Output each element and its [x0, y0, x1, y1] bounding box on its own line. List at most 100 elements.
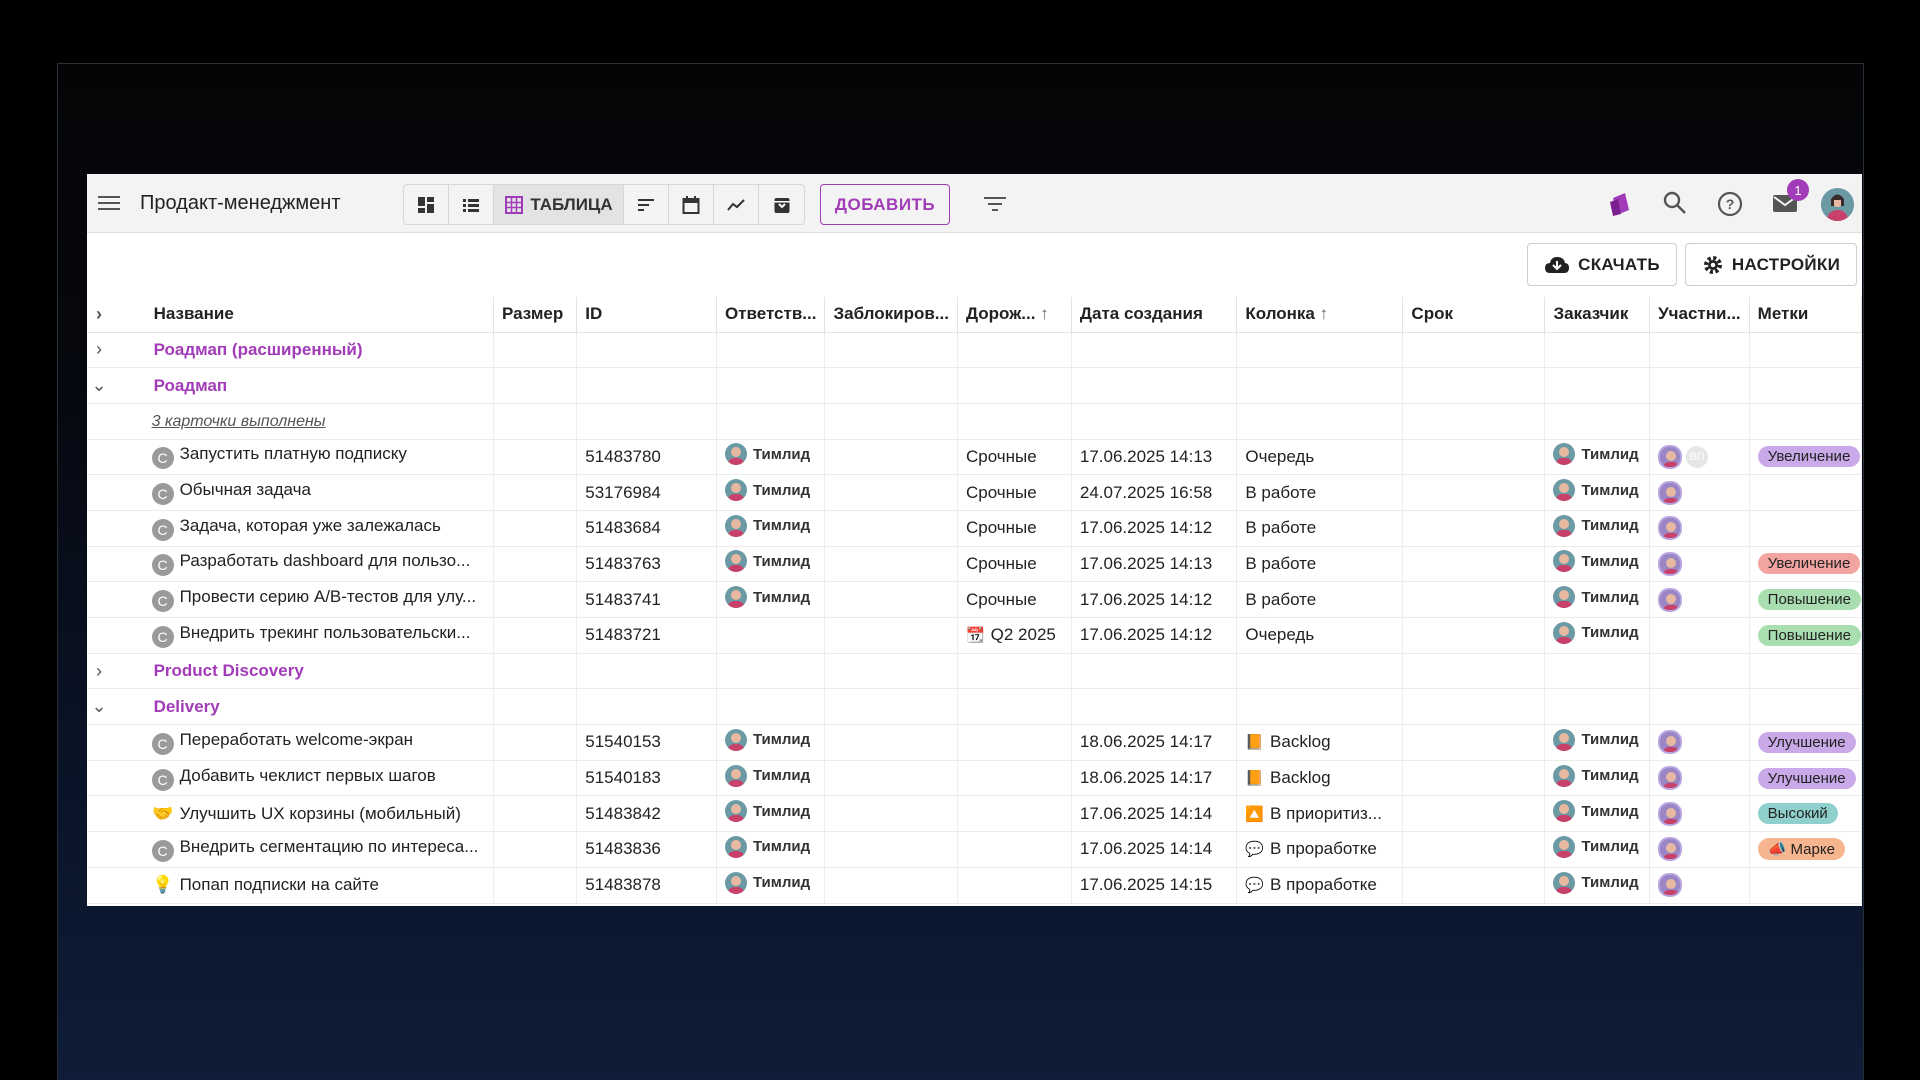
customer-cell[interactable]: Тимлид — [1544, 831, 1651, 868]
chart-view-button[interactable] — [714, 185, 759, 224]
card-name-cell[interactable]: C Провести серию A/B-тестов для улу... — [139, 581, 495, 618]
participants-cell[interactable]: ВП — [1649, 439, 1750, 476]
participant-avatar[interactable] — [1658, 551, 1683, 576]
column-cell[interactable]: 📙 Backlog — [1236, 724, 1404, 761]
responsible-person[interactable]: Тимлид — [724, 728, 810, 751]
responsible-cell[interactable]: Тимлид — [716, 795, 826, 833]
group-name[interactable]: Роадмап — [154, 376, 228, 395]
customer-cell[interactable]: Тимлид — [1544, 760, 1651, 797]
participants-cell[interactable] — [1649, 510, 1750, 547]
column-header-name[interactable]: Название — [139, 297, 495, 333]
participant-avatar[interactable] — [1658, 766, 1683, 791]
card-title[interactable]: Разработать dashboard для пользо... — [180, 551, 471, 570]
deadline-cell[interactable] — [1402, 439, 1546, 476]
card-name-cell[interactable]: C Переработать welcome-экран — [139, 724, 495, 761]
card-title[interactable]: Внедрить сегментацию по интереса... — [180, 837, 479, 856]
participant-avatar[interactable] — [1658, 480, 1683, 505]
table-row[interactable]: C Добавить чеклист первых шагов 51540183 Ти… — [87, 760, 1862, 797]
tag-chip[interactable]: Повышение — [1757, 624, 1861, 646]
participant-avatar[interactable] — [1658, 587, 1683, 612]
participants-cell[interactable] — [1649, 581, 1750, 618]
deadline-cell[interactable] — [1402, 617, 1546, 654]
archive-view-button[interactable] — [759, 185, 804, 224]
column-header-tags[interactable]: Метки — [1749, 297, 1862, 333]
card-name-cell[interactable]: C Обычная задача — [139, 474, 495, 511]
responsible-cell[interactable]: Тимлид — [716, 510, 826, 547]
tags-cell[interactable]: Повышение — [1749, 581, 1862, 618]
participants-cell[interactable] — [1649, 546, 1750, 583]
responsible-cell[interactable]: Тимлид — [716, 724, 826, 761]
customer-person[interactable]: Тимлид — [1553, 800, 1639, 823]
column-cell[interactable]: В работе — [1236, 581, 1404, 618]
roadmap-cell[interactable] — [957, 724, 1072, 761]
group-row[interactable]: › Роадмап (расширенный) — [87, 332, 1862, 369]
card-title[interactable]: Переработать welcome-экран — [180, 730, 414, 749]
card-title[interactable]: Провести серию A/B-тестов для улу... — [180, 587, 477, 606]
tag-chip[interactable]: Высокий — [1757, 803, 1838, 825]
customer-person[interactable]: Тимлид — [1553, 443, 1639, 466]
blocked-cell[interactable] — [824, 474, 958, 511]
tags-cell[interactable]: Увеличение — [1749, 546, 1862, 583]
customer-cell[interactable]: Тимлид — [1544, 867, 1651, 904]
tag-chip[interactable]: Улучшение — [1757, 731, 1856, 753]
customer-person[interactable]: Тимлид — [1553, 835, 1639, 858]
table-view-button[interactable]: ТАБЛИЦА — [494, 185, 624, 224]
column-header-roadmap[interactable]: Дорож... ↑ — [957, 297, 1072, 333]
customer-person[interactable]: Тимлид — [1553, 479, 1639, 502]
blocked-cell[interactable] — [824, 831, 958, 868]
deadline-cell[interactable] — [1402, 474, 1546, 511]
column-header-created[interactable]: Дата создания — [1071, 297, 1238, 333]
search-icon[interactable] — [1662, 190, 1688, 216]
customer-person[interactable]: Тимлид — [1553, 728, 1639, 751]
customer-cell[interactable]: Тимлид — [1544, 510, 1651, 547]
column-header-responsible[interactable]: Ответств... — [716, 297, 826, 333]
column-cell[interactable]: 📙 Backlog — [1236, 760, 1404, 797]
tag-chip[interactable]: Увеличение — [1757, 446, 1861, 468]
participants-cell[interactable] — [1649, 760, 1750, 797]
participant-avatar[interactable] — [1658, 801, 1683, 826]
chevron-down-icon[interactable]: ⌄ — [87, 696, 111, 717]
deadline-cell[interactable] — [1402, 760, 1546, 797]
size-cell[interactable] — [493, 439, 578, 476]
group-row[interactable]: › Product Discovery — [87, 653, 1862, 690]
settings-button[interactable]: НАСТРОЙКИ — [1685, 243, 1857, 286]
responsible-cell[interactable] — [716, 617, 826, 654]
cards-logo-icon[interactable] — [1607, 190, 1635, 218]
deadline-cell[interactable] — [1402, 831, 1546, 868]
roadmap-cell[interactable]: 📆 Q2 2025 — [957, 617, 1072, 654]
table-row[interactable]: C Провести серию A/B-тестов для улу... 514… — [87, 581, 1862, 618]
customer-cell[interactable]: Тимлид — [1544, 795, 1651, 833]
customer-cell[interactable]: Тимлид — [1544, 617, 1651, 654]
responsible-cell[interactable]: Тимлид — [716, 439, 826, 476]
size-cell[interactable] — [493, 831, 578, 868]
download-button[interactable]: СКАЧАТЬ — [1527, 243, 1677, 286]
roadmap-cell[interactable] — [957, 760, 1072, 797]
size-cell[interactable] — [493, 795, 578, 833]
size-cell[interactable] — [493, 760, 578, 797]
participant-avatar[interactable] — [1658, 873, 1683, 898]
blocked-cell[interactable] — [824, 439, 958, 476]
user-avatar[interactable] — [1821, 188, 1854, 221]
chevron-down-icon[interactable]: ⌄ — [87, 375, 111, 396]
participants-cell[interactable] — [1649, 795, 1750, 833]
list-view-button[interactable] — [449, 185, 494, 224]
responsible-person[interactable]: Тимлид — [724, 479, 810, 502]
table-row[interactable]: C Разработать dashboard для пользо... 5148… — [87, 546, 1862, 583]
blocked-cell[interactable] — [824, 581, 958, 618]
roadmap-cell[interactable]: Срочные — [957, 546, 1072, 583]
card-name-cell[interactable]: C Запустить платную подписку — [139, 439, 495, 476]
customer-cell[interactable]: Тимлид — [1544, 474, 1651, 511]
responsible-cell[interactable]: Тимлид — [716, 546, 826, 583]
tags-cell[interactable]: Улучшение — [1749, 760, 1862, 797]
table-row[interactable]: C Обычная задача 53176984 Тимлид Срочные 24.0… — [87, 474, 1862, 511]
roadmap-cell[interactable] — [957, 867, 1072, 904]
customer-person[interactable]: Тимлид — [1553, 514, 1639, 537]
expand-all-toggle[interactable]: › — [87, 297, 140, 333]
roadmap-cell[interactable]: Срочные — [957, 474, 1072, 511]
responsible-cell[interactable]: Тимлид — [716, 867, 826, 904]
card-name-cell[interactable]: C Разработать dashboard для пользо... — [139, 546, 495, 583]
tags-cell[interactable]: Увеличение — [1749, 439, 1862, 476]
table-row[interactable]: C Задача, которая уже залежалась 51483684 Т… — [87, 510, 1862, 547]
card-title[interactable]: Попап подписки на сайте — [180, 875, 379, 894]
tag-chip[interactable]: 📣 Марке — [1757, 838, 1845, 861]
